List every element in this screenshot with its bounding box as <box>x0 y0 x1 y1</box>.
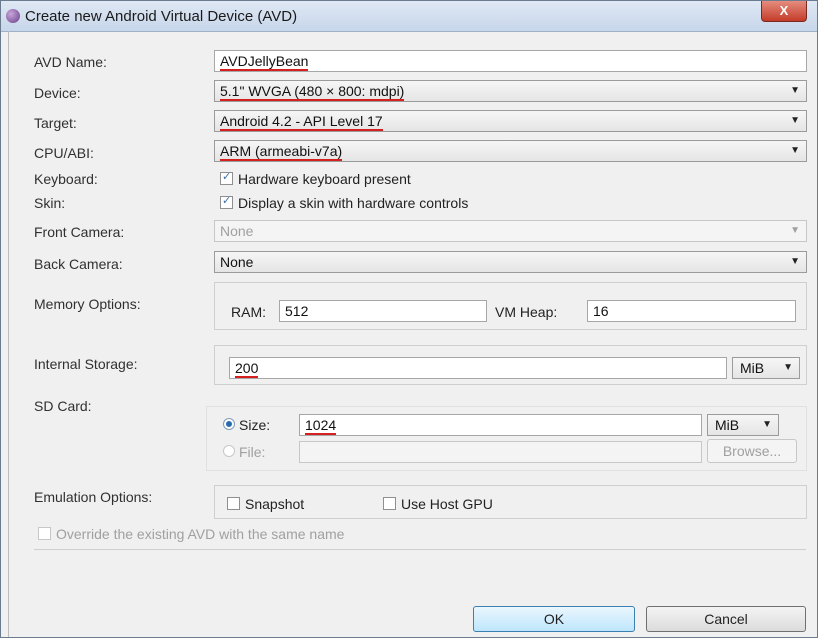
internal-storage-value: 200 <box>235 360 259 378</box>
memory-options-label: Memory Options: <box>34 296 141 312</box>
internal-storage-label: Internal Storage: <box>34 356 138 372</box>
sd-size-radio[interactable]: Size: <box>223 417 270 433</box>
chevron-down-icon: ▼ <box>790 115 800 126</box>
sd-size-unit-select[interactable]: MiB ▼ <box>707 414 779 436</box>
eclipse-icon <box>6 9 20 23</box>
checkbox-checked-icon <box>220 170 233 185</box>
close-button[interactable]: X <box>761 1 807 22</box>
title-bar: Create new Android Virtual Device (AVD) … <box>1 1 817 32</box>
ram-label: RAM: <box>231 304 266 320</box>
sd-card-group: Size: 1024 MiB ▼ File: Browse... <box>206 406 807 471</box>
sd-file-input[interactable] <box>299 441 702 463</box>
sd-file-radio[interactable]: File: <box>223 444 265 460</box>
device-value: 5.1" WVGA (480 × 800: mdpi) <box>220 83 405 101</box>
chevron-down-icon: ▼ <box>783 362 793 373</box>
skin-checkbox[interactable]: Display a skin with hardware controls <box>220 194 469 211</box>
avd-name-value: AVDJellyBean <box>220 53 309 71</box>
cpu-abi-select[interactable]: ARM (armeabi-v7a) ▼ <box>214 140 807 162</box>
checkbox-unchecked-icon <box>227 497 240 510</box>
internal-storage-unit: MiB <box>740 360 765 376</box>
vm-heap-label: VM Heap: <box>495 304 558 320</box>
separator <box>34 549 806 550</box>
vm-heap-input[interactable]: 16 <box>587 300 796 322</box>
sd-size-input[interactable]: 1024 <box>299 414 702 436</box>
checkbox-unchecked-icon <box>383 497 396 510</box>
keyboard-checkbox-label: Hardware keyboard present <box>238 171 411 187</box>
skin-label: Skin: <box>34 195 66 211</box>
device-label: Device: <box>34 85 81 101</box>
radio-selected-icon <box>223 418 235 430</box>
ok-button[interactable]: OK <box>473 606 635 632</box>
chevron-down-icon: ▼ <box>790 225 800 236</box>
internal-storage-group: 200 MiB ▼ <box>214 345 807 385</box>
chevron-down-icon: ▼ <box>762 419 772 430</box>
internal-storage-input[interactable]: 200 <box>229 357 727 379</box>
snapshot-label: Snapshot <box>245 496 305 512</box>
browse-button[interactable]: Browse... <box>707 439 797 463</box>
sd-size-label: Size: <box>239 417 271 433</box>
cpu-abi-value: ARM (armeabi-v7a) <box>220 143 343 161</box>
use-host-gpu-checkbox[interactable]: Use Host GPU <box>383 496 493 512</box>
avd-dialog: Create new Android Virtual Device (AVD) … <box>0 0 818 638</box>
target-select[interactable]: Android 4.2 - API Level 17 ▼ <box>214 110 807 132</box>
chevron-down-icon: ▼ <box>790 145 800 156</box>
front-camera-select[interactable]: None ▼ <box>214 220 807 242</box>
window-title: Create new Android Virtual Device (AVD) <box>25 8 298 25</box>
cpu-abi-label: CPU/ABI: <box>34 145 94 161</box>
chevron-down-icon: ▼ <box>790 85 800 96</box>
sd-size-value: 1024 <box>305 417 337 435</box>
avd-name-label: AVD Name: <box>34 54 107 70</box>
sd-size-unit: MiB <box>715 417 740 433</box>
use-host-gpu-label: Use Host GPU <box>401 496 493 512</box>
left-border <box>8 31 9 637</box>
ram-input[interactable]: 512 <box>279 300 487 322</box>
keyboard-label: Keyboard: <box>34 171 98 187</box>
back-camera-label: Back Camera: <box>34 256 123 272</box>
cancel-button[interactable]: Cancel <box>646 606 806 632</box>
front-camera-label: Front Camera: <box>34 224 125 240</box>
skin-checkbox-label: Display a skin with hardware controls <box>238 195 469 211</box>
snapshot-checkbox[interactable]: Snapshot <box>227 496 304 512</box>
override-label: Override the existing AVD with the same … <box>56 526 345 542</box>
sd-file-label: File: <box>239 444 266 460</box>
target-value: Android 4.2 - API Level 17 <box>220 113 383 131</box>
override-checkbox[interactable]: Override the existing AVD with the same … <box>38 526 344 542</box>
emulation-options-label: Emulation Options: <box>34 489 153 505</box>
front-camera-value: None <box>220 223 254 239</box>
back-camera-select[interactable]: None ▼ <box>214 251 807 273</box>
device-select[interactable]: 5.1" WVGA (480 × 800: mdpi) ▼ <box>214 80 807 102</box>
ram-value: 512 <box>285 303 309 319</box>
sd-card-label: SD Card: <box>34 398 92 414</box>
chevron-down-icon: ▼ <box>790 256 800 267</box>
keyboard-checkbox[interactable]: Hardware keyboard present <box>220 170 411 187</box>
emulation-options-group: Snapshot Use Host GPU <box>214 485 807 519</box>
avd-name-input[interactable]: AVDJellyBean <box>214 50 807 72</box>
checkbox-unchecked-icon <box>38 527 51 540</box>
memory-options-group: RAM: 512 VM Heap: 16 <box>214 282 807 330</box>
vm-heap-value: 16 <box>593 303 609 319</box>
radio-unselected-icon <box>223 445 235 457</box>
internal-storage-unit-select[interactable]: MiB ▼ <box>732 357 800 379</box>
checkbox-checked-icon <box>220 194 233 209</box>
target-label: Target: <box>34 115 77 131</box>
back-camera-value: None <box>220 254 254 270</box>
